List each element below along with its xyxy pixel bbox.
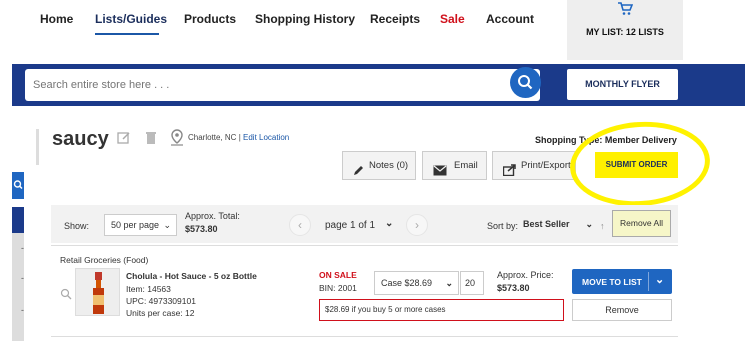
product-units: Units per case: 12 xyxy=(126,308,195,318)
nav-account[interactable]: Account xyxy=(486,12,534,26)
nav-active-underline xyxy=(95,33,159,35)
list-title: saucy xyxy=(52,128,109,150)
sort-select[interactable]: Best Seller ⌄ xyxy=(517,214,597,236)
remove-button[interactable]: Remove xyxy=(572,299,672,321)
nav-receipts[interactable]: Receipts xyxy=(370,12,420,26)
divider xyxy=(51,245,678,246)
product-category: Retail Groceries (Food) xyxy=(60,255,149,265)
chevron-down-icon[interactable]: ⌄ xyxy=(385,218,393,229)
approx-total-value: $573.80 xyxy=(185,224,218,234)
sort-value: Best Seller xyxy=(523,219,570,229)
unit-select[interactable]: Case $28.69 ⌄ xyxy=(374,271,459,295)
hot-sauce-bottle-image xyxy=(93,272,104,314)
nav-products[interactable]: Products xyxy=(184,12,236,26)
button-divider xyxy=(648,272,649,291)
approx-price-value: $573.80 xyxy=(497,283,530,293)
product-upc: UPC: 4973309101 xyxy=(126,296,196,306)
quantity-input[interactable]: 20 xyxy=(460,271,484,295)
email-label: Email xyxy=(454,160,478,171)
print-export-label: Print/Export xyxy=(521,160,571,171)
page-indicator[interactable]: page 1 of 1 xyxy=(325,220,375,231)
search-icon xyxy=(518,75,533,90)
remove-all-button[interactable]: Remove All xyxy=(612,210,671,237)
unit-select-value: Case $28.69 xyxy=(381,278,433,288)
chevron-down-icon: ⌄ xyxy=(585,219,593,229)
magnifier-icon xyxy=(13,180,23,190)
chevron-down-icon: ⌄ xyxy=(445,278,453,288)
my-list-button[interactable]: MY LIST: 12 LISTS xyxy=(567,0,683,60)
envelope-icon xyxy=(433,160,447,187)
edit-icon[interactable] xyxy=(117,131,131,150)
notes-label: Notes (0) xyxy=(369,160,409,171)
promo-message: $28.69 if you buy 5 or more cases xyxy=(319,299,564,321)
trash-icon[interactable] xyxy=(145,130,157,150)
cart-icon xyxy=(617,2,634,21)
location-pin-icon xyxy=(170,129,184,151)
sidebar-dash: - xyxy=(21,243,24,253)
product-name[interactable]: Cholula - Hot Sauce - 5 oz Bottle xyxy=(126,271,257,281)
product-item-number: Item: 14563 xyxy=(126,284,171,294)
chevron-down-icon: ⌄ xyxy=(163,220,171,230)
notes-button[interactable]: Notes (0) xyxy=(342,151,416,180)
per-page-select[interactable]: 50 per page ⌄ xyxy=(104,214,177,236)
approx-price-label: Approx. Price: xyxy=(497,270,554,280)
show-label: Show: xyxy=(64,221,90,231)
chevron-left-icon: ‹ xyxy=(298,218,302,232)
print-export-button[interactable]: Print/Export xyxy=(492,151,576,180)
divider xyxy=(51,336,678,337)
zoom-icon[interactable] xyxy=(60,287,72,305)
move-to-list-button[interactable]: MOVE TO LIST ⌄ xyxy=(572,269,672,294)
move-to-list-label: MOVE TO LIST xyxy=(582,277,642,287)
sort-direction-arrow[interactable]: ↑ xyxy=(600,221,605,231)
export-icon xyxy=(502,160,516,187)
title-accent-bar xyxy=(36,129,39,165)
sidebar-active-block xyxy=(12,207,24,233)
yellow-highlight-circle xyxy=(567,117,713,211)
sidebar-search-tab[interactable] xyxy=(12,172,24,199)
product-image[interactable] xyxy=(75,268,120,316)
nav-lists-guides[interactable]: Lists/Guides xyxy=(95,12,167,26)
approx-total-label: Approx. Total: xyxy=(185,211,240,221)
sidebar-dash: - xyxy=(21,273,24,283)
search-input[interactable] xyxy=(33,69,503,101)
sidebar-dash: - xyxy=(21,305,24,315)
search-button[interactable] xyxy=(510,67,541,98)
chevron-down-icon[interactable]: ⌄ xyxy=(655,273,664,286)
edit-location-link[interactable]: Edit Location xyxy=(243,133,289,142)
prev-page-button[interactable]: ‹ xyxy=(289,214,311,236)
location-city: Charlotte, NC xyxy=(188,133,237,142)
pencil-icon xyxy=(353,160,364,187)
product-bin: BIN: 2001 xyxy=(319,283,357,293)
nav-sale[interactable]: Sale xyxy=(440,12,465,26)
nav-home[interactable]: Home xyxy=(40,12,73,26)
email-button[interactable]: Email xyxy=(422,151,487,180)
monthly-flyer-button[interactable]: MONTHLY FLYER xyxy=(567,69,678,100)
per-page-value: 50 per page xyxy=(111,220,160,230)
search-box xyxy=(25,69,540,101)
next-page-button[interactable]: › xyxy=(406,214,428,236)
list-location: Charlotte, NC | Edit Location xyxy=(188,133,289,142)
my-list-label: MY LIST: 12 LISTS xyxy=(586,27,664,37)
on-sale-badge: ON SALE xyxy=(319,270,357,280)
sort-label: Sort by: xyxy=(487,221,519,231)
nav-shopping-history[interactable]: Shopping History xyxy=(255,12,355,26)
chevron-right-icon: › xyxy=(415,218,419,232)
